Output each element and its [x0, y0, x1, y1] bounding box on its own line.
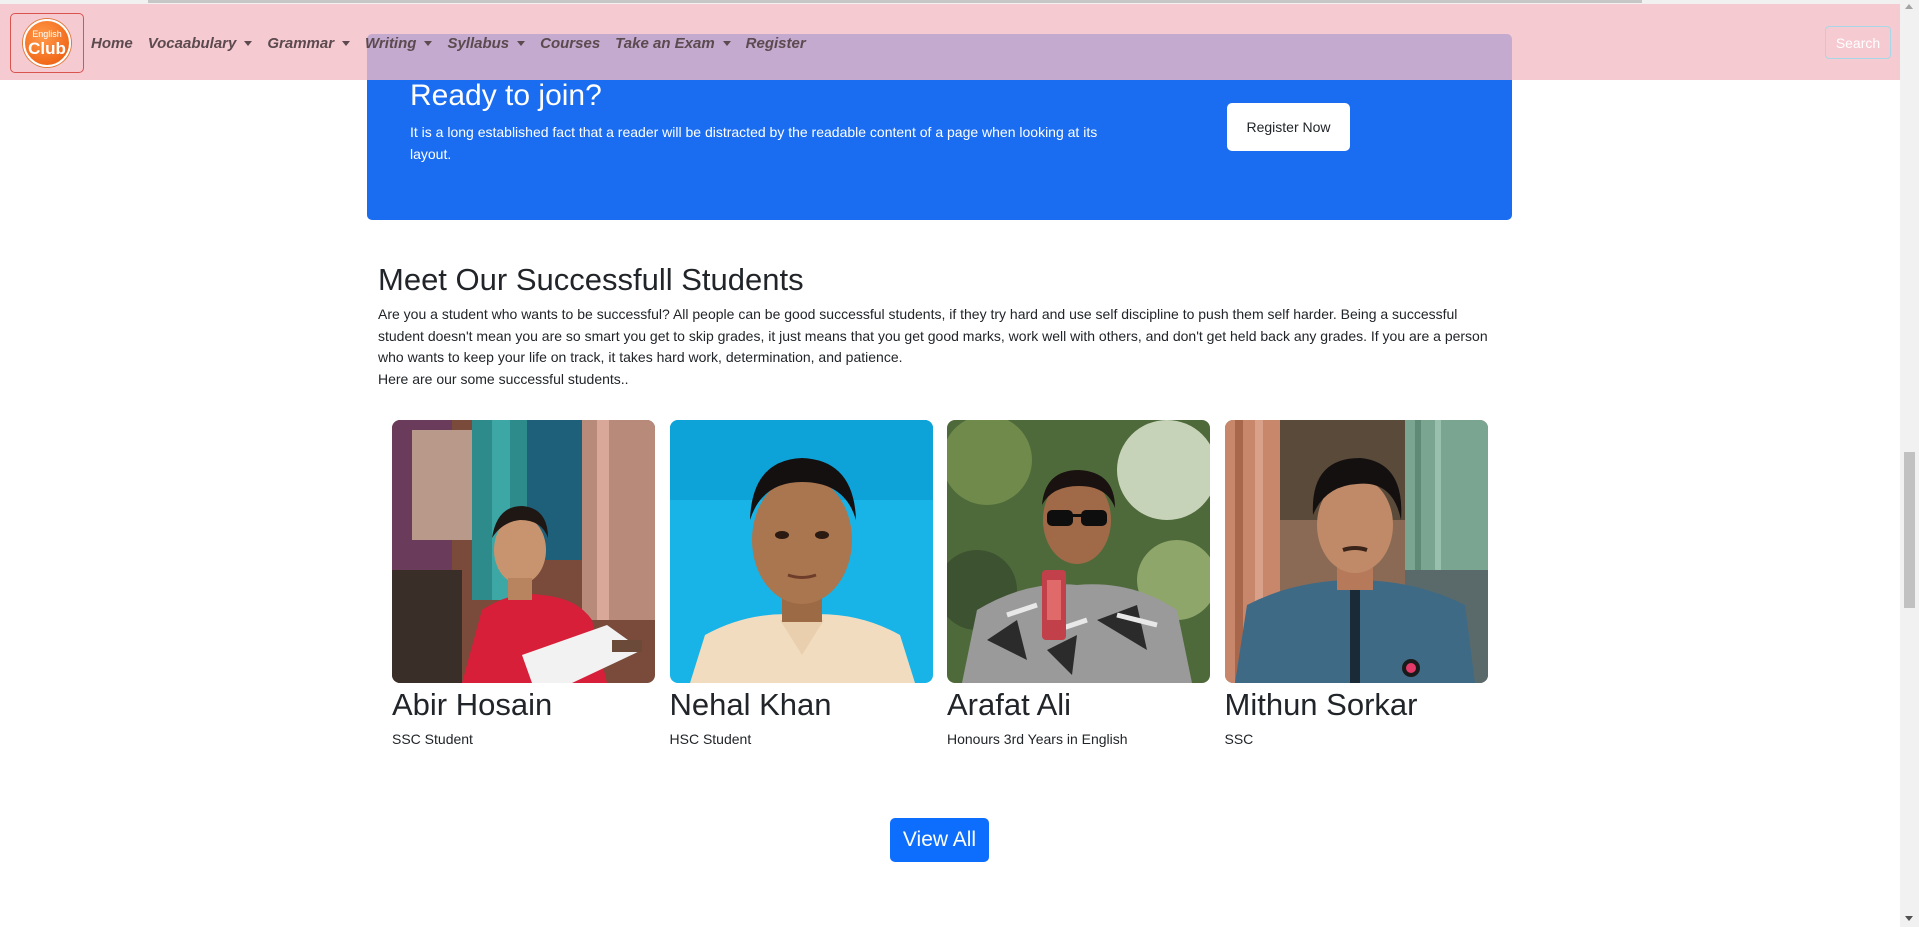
- nav-item-label: Take an Exam: [615, 34, 715, 52]
- student-name: Nehal Khan: [669, 687, 832, 722]
- vertical-scrollbar[interactable]: [1900, 0, 1919, 927]
- student-photo-image: [1224, 420, 1488, 683]
- nav-item-take-an-exam[interactable]: Take an Exam: [615, 35, 731, 52]
- nav-item-courses[interactable]: Courses: [540, 35, 600, 52]
- nav-item-home[interactable]: Home: [91, 35, 133, 52]
- nav-item-label: Syllabus: [447, 34, 510, 52]
- student-photo-image: [392, 420, 655, 683]
- nav-item-writing[interactable]: Writing: [365, 34, 433, 52]
- nav-item-label: Vocaabulary: [147, 34, 237, 52]
- student-name: Abir Hosain: [392, 687, 553, 722]
- student-card: Nehal Khan HSC Student: [669, 420, 933, 747]
- student-card: Arafat Ali Honours 3rd Years in English: [947, 420, 1210, 747]
- nav-item-label: Register: [745, 34, 806, 52]
- student-role: HSC Student: [669, 731, 752, 747]
- student-photo-image: [669, 420, 933, 683]
- caret-down-icon: [244, 40, 253, 46]
- student-name: Arafat Ali: [947, 687, 1072, 722]
- students-subtext: Here are our some successful students..: [378, 370, 629, 387]
- caret-down-icon: [722, 40, 731, 46]
- nav-item-vocaabulary[interactable]: Vocaabulary: [148, 35, 253, 52]
- join-text: It is a long established fact that a rea…: [410, 124, 1098, 162]
- student-photo: [947, 420, 1210, 683]
- horizontal-scrollbar-thumb[interactable]: [148, 0, 1642, 3]
- student-card: Mithun Sorkar SSC: [1224, 420, 1488, 747]
- nav-item-label: Grammar: [267, 34, 335, 52]
- student-card: Abir Hosain SSC Student: [392, 420, 655, 747]
- nav-item-label: Courses: [540, 34, 601, 52]
- students-title: Meet Our Successfull Students: [378, 262, 804, 297]
- logo-text-club: Club: [28, 38, 66, 58]
- scroll-down-arrow-icon[interactable]: [1905, 916, 1913, 921]
- caret-down-icon: [342, 40, 351, 46]
- view-all-button[interactable]: View All: [890, 818, 989, 862]
- students-description: Are you a student who wants to be succes…: [378, 304, 1488, 390]
- nav-item-syllabus[interactable]: Syllabus: [447, 34, 526, 52]
- logo-text-english: English: [32, 28, 62, 39]
- student-role: SSC Student: [392, 731, 473, 747]
- nav-links: Home Vocaabulary Grammar Writing Syllabu…: [91, 0, 821, 86]
- students-description-text: Are you a student who wants to be succes…: [378, 306, 1488, 365]
- nav-item-label: Writing: [365, 34, 417, 52]
- nav-item-grammar[interactable]: Grammar: [267, 34, 351, 52]
- english-club-logo: English Club: [23, 19, 71, 67]
- caret-down-icon: [424, 40, 433, 46]
- horizontal-scrollbar[interactable]: [0, 0, 1900, 4]
- students-section: Meet Our Successfull Students Are you a …: [378, 262, 1488, 390]
- student-name: Mithun Sorkar: [1224, 687, 1418, 722]
- navbar: English Club Home Vocaabulary Grammar Wr…: [0, 0, 1900, 80]
- student-role: Honours 3rd Years in English: [947, 731, 1128, 747]
- student-photo: [1224, 420, 1488, 683]
- register-now-button[interactable]: Register Now: [1227, 103, 1350, 151]
- search-button[interactable]: Search: [1825, 26, 1891, 59]
- student-role: SSC: [1224, 731, 1254, 747]
- student-photo: [392, 420, 655, 683]
- scroll-up-arrow-icon[interactable]: [1905, 4, 1913, 9]
- caret-down-icon: [517, 40, 526, 46]
- nav-item-register[interactable]: Register: [746, 35, 806, 52]
- student-photo-image: [947, 420, 1210, 683]
- vertical-scrollbar-thumb[interactable]: [1904, 452, 1915, 608]
- student-photo: [669, 420, 933, 683]
- brand-logo-link[interactable]: English Club: [10, 13, 84, 73]
- student-cards: Abir Hosain SSC Student Nehal Khan HSC S…: [392, 420, 1502, 747]
- nav-item-label: Home: [91, 34, 133, 52]
